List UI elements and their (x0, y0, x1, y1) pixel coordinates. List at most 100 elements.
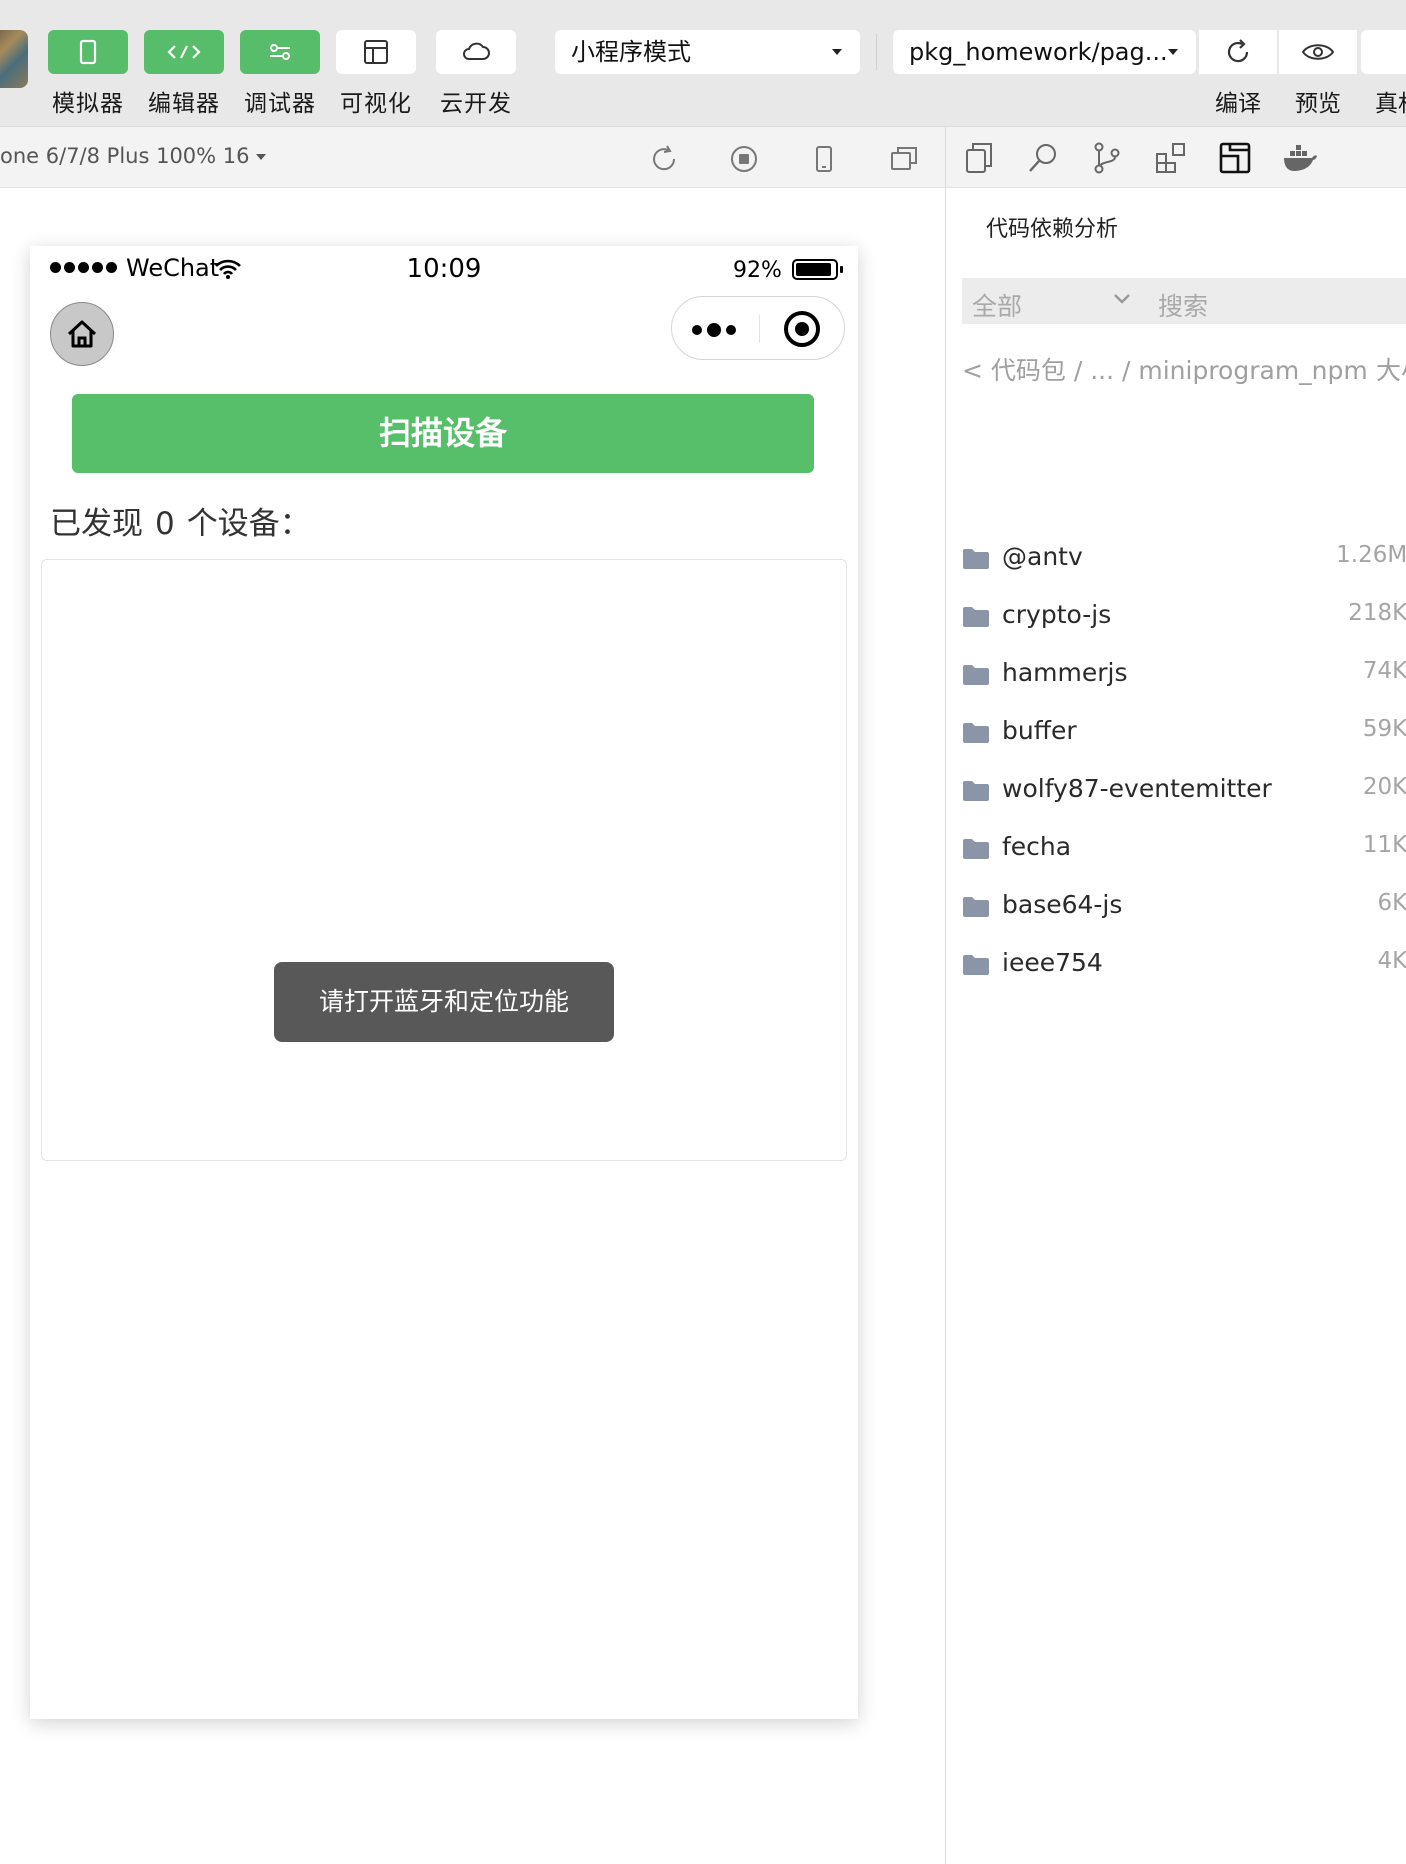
folder-icon (963, 781, 989, 801)
layout-icon[interactable] (336, 30, 416, 74)
close-miniprogram-icon[interactable] (784, 311, 820, 347)
docker-icon[interactable] (1282, 141, 1318, 175)
tool-simulator-label: 模拟器 (52, 91, 124, 117)
debug-icon[interactable] (240, 30, 320, 74)
dependency-panel: 代码依赖分析 全部 搜索 < 代码包 / ... / miniprogram_n… (945, 127, 1406, 1864)
caret-down-icon (832, 49, 842, 55)
mode-select[interactable]: 小程序模式 (555, 30, 860, 74)
folder-row[interactable]: @antv 1.26MB (962, 529, 1406, 587)
tool-compile[interactable]: 编译 (1199, 30, 1277, 118)
size-column-header: 大小 (1376, 356, 1406, 385)
git-branch-icon[interactable] (1090, 141, 1124, 175)
breadcrumb-path[interactable]: < 代码包 / ... / miniprogram_npm (962, 356, 1368, 385)
phone-icon[interactable] (808, 143, 840, 175)
folder-name: ieee754 (1002, 948, 1103, 977)
folder-name: fecha (1002, 832, 1072, 861)
user-avatar[interactable] (0, 30, 28, 88)
battery-icon (792, 259, 843, 280)
folder-name: wolfy87-eventemitter (1002, 774, 1272, 803)
capsule-menu (671, 296, 845, 360)
tool-debugger[interactable]: 调试器 (240, 30, 320, 118)
tool-editor[interactable]: 编辑器 (144, 30, 224, 118)
phone-screen: WeChat 10:09 92% 扫描设备 已发现 0 个设备： 请打开蓝牙和定位功… (30, 246, 858, 1719)
panel-title: 代码依赖分析 (986, 217, 1119, 242)
search-input[interactable]: 搜索 (1158, 287, 1208, 323)
battery-percent: 92% (733, 258, 782, 283)
folder-icon (963, 897, 989, 917)
home-button[interactable] (50, 302, 114, 366)
folder-row[interactable]: buffer 59KB (962, 703, 1406, 761)
dependency-analysis-icon[interactable] (1218, 141, 1252, 175)
tool-debugger-label: 调试器 (244, 91, 316, 117)
tool-compile-label: 编译 (1215, 91, 1261, 117)
folder-icon (963, 955, 989, 975)
folder-row[interactable]: base64-js 6KB (962, 877, 1406, 935)
folder-icon (963, 665, 989, 685)
filter-select[interactable]: 全部 (972, 287, 1022, 323)
tool-simulator[interactable]: 模拟器 (48, 30, 128, 118)
folder-row[interactable]: crypto-js 218KB (962, 587, 1406, 645)
folder-size: 4KB (1377, 948, 1406, 974)
folder-size: 74KB (1362, 658, 1406, 684)
tool-editor-label: 编辑器 (148, 91, 220, 117)
folder-name: hammerjs (1002, 658, 1128, 687)
scan-devices-button[interactable]: 扫描设备 (72, 394, 814, 473)
battery-fill (796, 263, 831, 276)
caret-down-icon (1168, 49, 1178, 55)
chevron-down-icon[interactable] (1112, 292, 1132, 306)
home-icon (67, 320, 97, 348)
eye-icon[interactable] (1279, 30, 1357, 74)
status-bar: WeChat 10:09 92% (30, 246, 858, 294)
device-list (41, 559, 847, 1161)
folder-row[interactable]: hammerjs 74KB (962, 645, 1406, 703)
more-icon[interactable] (692, 323, 736, 337)
toast-message: 请打开蓝牙和定位功能 (274, 962, 614, 1042)
capsule-divider (759, 315, 760, 343)
folder-name: buffer (1002, 716, 1077, 745)
tool-real-device-label: 真机 (1375, 91, 1406, 117)
files-icon[interactable] (962, 141, 996, 175)
detach-window-icon[interactable] (888, 143, 920, 175)
folder-name: crypto-js (1002, 600, 1112, 629)
top-toolbar: 模拟器 编辑器 调试器 可视化 云开发 小程序模式 pkg_homework/p… (0, 0, 1406, 127)
tool-visual[interactable]: 可视化 (336, 30, 416, 118)
rotate-icon[interactable] (648, 143, 680, 175)
cloud-icon[interactable] (436, 30, 516, 74)
code-icon[interactable] (144, 30, 224, 74)
extensions-icon[interactable] (1154, 141, 1188, 175)
tool-cloud-label: 云开发 (440, 91, 512, 117)
folder-icon (963, 839, 989, 859)
folder-row[interactable]: wolfy87-eventemitter 20KB (962, 761, 1406, 819)
folder-name: base64-js (1002, 890, 1123, 919)
caret-down-icon (255, 154, 266, 160)
toolbar-divider (876, 34, 877, 70)
tool-preview-label: 预览 (1295, 91, 1341, 117)
folder-icon (963, 607, 989, 627)
folder-size: 11KB (1362, 832, 1406, 858)
folder-size: 6KB (1377, 890, 1406, 916)
folder-row[interactable]: fecha 11KB (962, 819, 1406, 877)
found-count: 0 (155, 506, 175, 542)
folder-size: 59KB (1362, 716, 1406, 742)
tool-preview[interactable]: 预览 (1279, 30, 1357, 118)
phone-icon[interactable] (48, 30, 128, 74)
device-icon[interactable] (1361, 30, 1406, 74)
found-prefix: 已发现 (50, 506, 143, 542)
device-select-value: one 6/7/8 Plus 100% 16 (0, 144, 250, 168)
folder-row[interactable]: ieee754 4KB (962, 935, 1406, 993)
panel-tabs (946, 127, 1406, 188)
tool-cloud[interactable]: 云开发 (436, 30, 516, 118)
refresh-icon[interactable] (1199, 30, 1277, 74)
found-suffix: 个设备： (186, 506, 311, 542)
tool-visual-label: 可视化 (340, 91, 412, 117)
folder-icon (963, 549, 989, 569)
page-select[interactable]: pkg_homework/pag... (893, 30, 1196, 74)
search-icon[interactable] (1026, 141, 1060, 175)
found-devices-text: 已发现 0 个设备： (50, 498, 311, 543)
device-select[interactable]: one 6/7/8 Plus 100% 16 (0, 144, 266, 168)
folder-icon (963, 723, 989, 743)
page-select-value: pkg_homework/pag... (909, 38, 1168, 66)
tool-real-device[interactable]: 真机 (1361, 30, 1406, 118)
stop-icon[interactable] (728, 143, 760, 175)
folder-size: 20KB (1362, 774, 1406, 800)
